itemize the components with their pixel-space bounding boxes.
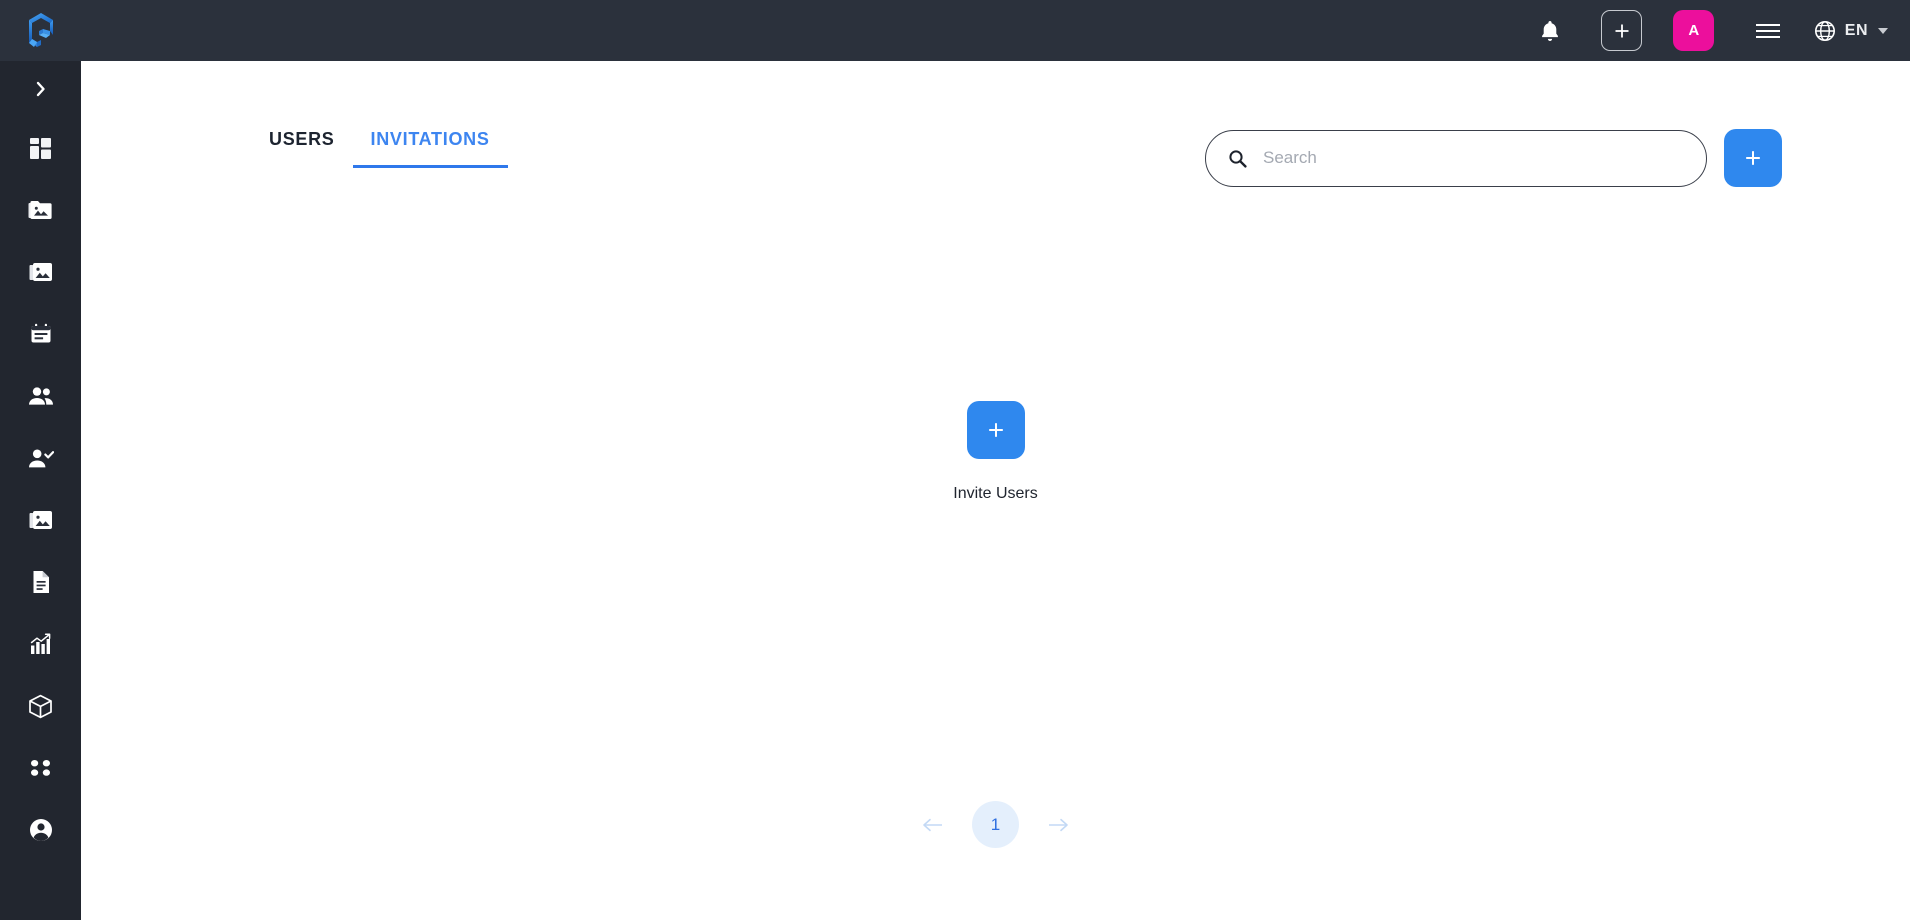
invite-users-label: Invite Users bbox=[953, 485, 1038, 502]
sidebar-item-packages[interactable] bbox=[0, 675, 81, 737]
pagination-prev-button[interactable] bbox=[918, 810, 948, 840]
search-icon bbox=[1229, 149, 1247, 168]
content-header: USERS INVITATIONS bbox=[81, 61, 1910, 187]
hamburger-menu-icon bbox=[1755, 23, 1780, 38]
avatar: A bbox=[1673, 10, 1715, 51]
pagination-next-button[interactable] bbox=[1043, 810, 1073, 840]
sidebar-item-analytics[interactable] bbox=[0, 613, 81, 675]
account-circle-icon bbox=[29, 819, 52, 841]
menu-button[interactable] bbox=[1729, 0, 1807, 61]
calendar-icon bbox=[31, 323, 50, 343]
sidebar-item-documents[interactable] bbox=[0, 551, 81, 613]
search-field[interactable] bbox=[1205, 129, 1707, 187]
dashboard-grid-icon bbox=[30, 137, 51, 159]
sidebar-expand-toggle[interactable] bbox=[0, 61, 81, 117]
quick-add-box bbox=[1601, 10, 1643, 51]
pagination: 1 bbox=[81, 801, 1910, 848]
plus-icon bbox=[1615, 24, 1629, 37]
topbar-actions: A EN bbox=[1515, 0, 1910, 61]
invite-users-card[interactable]: Invite Users bbox=[953, 401, 1038, 503]
search-input[interactable] bbox=[1263, 148, 1683, 168]
tab-bar: USERS INVITATIONS bbox=[251, 129, 508, 168]
sidebar-item-apps[interactable] bbox=[0, 737, 81, 799]
language-label: EN bbox=[1844, 21, 1868, 39]
tab-users[interactable]: USERS bbox=[251, 129, 353, 168]
app-logo[interactable] bbox=[0, 0, 81, 61]
avatar-initial: A bbox=[1688, 22, 1700, 39]
person-check-icon bbox=[28, 449, 54, 467]
user-avatar-button[interactable]: A bbox=[1659, 0, 1729, 61]
apps-grid-icon bbox=[30, 760, 50, 776]
quick-add-button[interactable] bbox=[1585, 0, 1659, 61]
sidebar-item-media-folders[interactable] bbox=[0, 179, 81, 241]
globe-icon bbox=[1814, 20, 1835, 41]
sidebar-item-events[interactable] bbox=[0, 303, 81, 365]
sidebar-item-account[interactable] bbox=[0, 799, 81, 861]
document-icon bbox=[33, 571, 49, 593]
folder-image-icon bbox=[28, 201, 52, 219]
sidebar bbox=[0, 61, 81, 920]
sidebar-item-approvals[interactable] bbox=[0, 427, 81, 489]
box-3d-icon bbox=[29, 694, 52, 718]
sidebar-item-galleries[interactable] bbox=[0, 241, 81, 303]
invite-users-area: Invite Users bbox=[81, 401, 1910, 503]
people-icon bbox=[28, 387, 53, 405]
arrow-left-icon bbox=[923, 818, 942, 831]
sidebar-item-dashboard[interactable] bbox=[0, 117, 81, 179]
arrow-right-icon bbox=[1049, 818, 1068, 831]
plus-icon bbox=[988, 423, 1003, 437]
chevron-down-icon bbox=[1878, 27, 1888, 34]
top-bar: A EN bbox=[0, 0, 1910, 61]
sidebar-item-users[interactable] bbox=[0, 365, 81, 427]
bar-chart-icon bbox=[30, 633, 50, 654]
add-invitation-button[interactable] bbox=[1724, 129, 1782, 187]
plus-icon bbox=[1746, 151, 1760, 165]
cube-logo-icon bbox=[28, 12, 53, 47]
invite-users-tile[interactable] bbox=[966, 401, 1025, 459]
bell-icon bbox=[1541, 20, 1558, 41]
image-stack-icon bbox=[29, 262, 52, 281]
pagination-page-1[interactable]: 1 bbox=[972, 801, 1019, 848]
language-selector[interactable]: EN bbox=[1807, 19, 1888, 43]
search-row bbox=[1205, 129, 1782, 187]
sidebar-item-assets[interactable] bbox=[0, 489, 81, 551]
main-content: USERS INVITATIONS Search Invite Users 1 bbox=[81, 61, 1910, 920]
tab-invitations[interactable]: INVITATIONS bbox=[352, 129, 508, 168]
notifications-button[interactable] bbox=[1515, 0, 1585, 61]
image-stack-icon bbox=[29, 510, 52, 529]
chevron-right-icon bbox=[36, 81, 45, 97]
